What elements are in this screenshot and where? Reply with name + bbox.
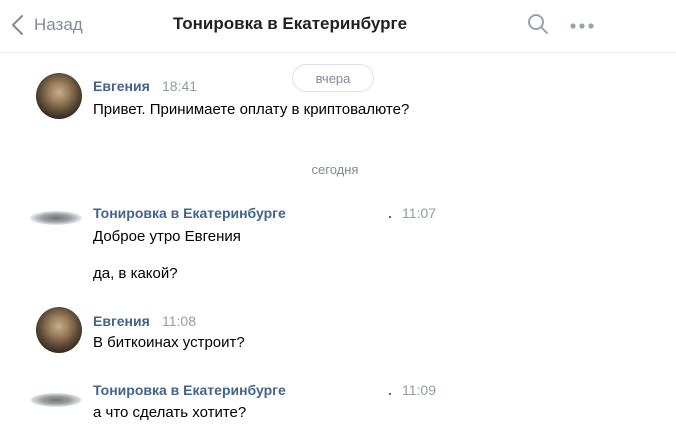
message-author[interactable]: Тонировка в Екатеринбурге <box>93 205 286 221</box>
dot-mark <box>389 393 391 395</box>
message-text: да, в какой? <box>93 265 178 282</box>
back-button[interactable]: Назад <box>6 10 83 40</box>
avatar[interactable] <box>36 73 82 119</box>
message-time: 11:09 <box>402 382 436 398</box>
message-author[interactable]: Евгения <box>93 78 150 94</box>
avatar[interactable] <box>30 393 82 407</box>
search-icon <box>527 13 549 40</box>
more-button[interactable] <box>569 13 595 39</box>
more-icon <box>569 17 595 35</box>
search-button[interactable] <box>525 13 551 39</box>
message-text: Привет. Принимаете оплату в криптовалюте… <box>93 101 410 118</box>
message-text: а что сделать хотите? <box>93 404 247 421</box>
avatar[interactable] <box>30 211 82 225</box>
chat-header: Назад Тонировка в Екатеринбурге <box>0 0 676 53</box>
chevron-left-icon <box>6 14 28 36</box>
day-separator-yesterday: вчера <box>292 64 374 92</box>
message-text: В биткоинах устроит? <box>93 334 245 351</box>
message-text: Доброе утро Евгения <box>93 228 241 245</box>
page-title: Тонировка в Екатеринбурге <box>172 14 408 33</box>
back-label: Назад <box>34 15 83 34</box>
message-author[interactable]: Тонировка в Екатеринбурге <box>93 382 286 398</box>
day-separator-today: сегодня <box>311 162 359 177</box>
message-time: 11:08 <box>162 313 196 329</box>
message-time: 11:07 <box>402 205 436 221</box>
message-author[interactable]: Евгения <box>93 313 150 329</box>
message-time: 18:41 <box>162 78 198 94</box>
dot-mark <box>389 216 391 218</box>
avatar[interactable] <box>36 307 82 353</box>
